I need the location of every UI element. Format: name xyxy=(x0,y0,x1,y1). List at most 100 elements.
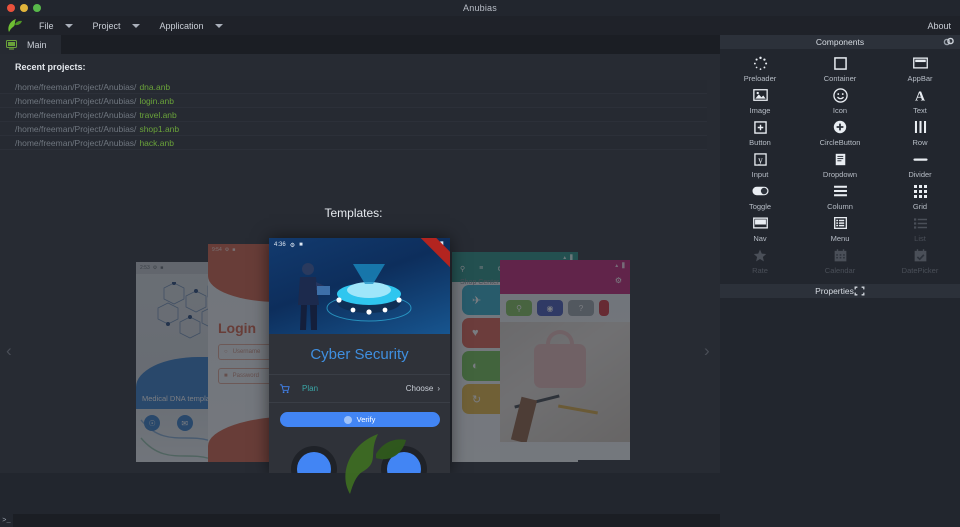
component-circlebutton[interactable]: CircleButton xyxy=(800,119,880,151)
component-label: Column xyxy=(827,202,853,211)
components-panel-header: Components xyxy=(720,35,960,49)
tab-bar: Main xyxy=(0,35,720,54)
component-label: Icon xyxy=(832,106,848,115)
component-list: List xyxy=(880,215,960,247)
project-file: dna.anb xyxy=(139,81,171,92)
wifi-icon: ▲ xyxy=(614,262,620,269)
choose-action[interactable]: Choose › xyxy=(406,384,440,393)
component-button[interactable]: Button xyxy=(720,119,800,151)
component-nav[interactable]: Nav xyxy=(720,215,800,247)
component-label: AppBar xyxy=(907,74,933,83)
recent-projects-list: /home/freeman/Project/Anubias/ dna.anb /… xyxy=(0,80,707,150)
component-label: Container xyxy=(823,74,857,83)
globe-icon: ☉ xyxy=(144,415,161,431)
status-time: 2:53 xyxy=(140,265,150,271)
input-cursor-icon: y xyxy=(753,151,767,167)
menu-project[interactable]: Project xyxy=(83,16,150,35)
project-path: /home/freeman/Project/Anubias/ xyxy=(15,137,137,148)
component-container[interactable]: Container xyxy=(800,55,880,87)
component-toggle[interactable]: Toggle xyxy=(720,183,800,215)
menu-bar: File Project Application About xyxy=(0,16,960,35)
expand-icon[interactable] xyxy=(854,286,865,296)
container-icon xyxy=(833,55,847,71)
list-item[interactable]: /home/freeman/Project/Anubias/ dna.anb xyxy=(0,80,707,94)
component-label: Button xyxy=(749,138,771,147)
terminal-icon[interactable]: >_ xyxy=(0,514,13,527)
plan-row[interactable]: Plan Choose › xyxy=(269,374,450,402)
component-column[interactable]: Column xyxy=(800,183,880,215)
list-item[interactable]: /home/freeman/Project/Anubias/ travel.an… xyxy=(0,108,707,122)
template-card-shop[interactable]: ▲ ▋ ⚙ ⚲ ◉ ? xyxy=(500,260,630,460)
filter-icon[interactable]: ≡ xyxy=(479,265,483,273)
toggle-icon xyxy=(751,183,769,199)
project-file: hack.anb xyxy=(139,137,174,148)
component-label: Calendar xyxy=(824,266,856,275)
hologram-graphic xyxy=(326,264,412,322)
menu-application[interactable]: Application xyxy=(150,16,233,35)
person-graphic xyxy=(298,263,330,330)
column-lines-icon xyxy=(833,183,847,199)
component-grid[interactable]: Grid xyxy=(880,183,960,215)
component-dropdown[interactable]: Dropdown xyxy=(800,151,880,183)
shop-chip-tag[interactable] xyxy=(599,300,609,316)
battery-icon: ■ xyxy=(160,265,164,271)
grid-dots-icon xyxy=(913,183,927,199)
circle-button-left[interactable] xyxy=(291,446,337,473)
list-item[interactable]: /home/freeman/Project/Anubias/ hack.anb xyxy=(0,136,707,150)
circle-plus-icon xyxy=(833,119,847,135)
search-icon[interactable]: ⚲ xyxy=(460,265,465,273)
component-image[interactable]: Image xyxy=(720,87,800,119)
shop-chip-camera[interactable]: ◉ xyxy=(537,300,563,316)
list-item[interactable]: /home/freeman/Project/Anubias/ login.anb xyxy=(0,94,707,108)
list-item[interactable]: /home/freeman/Project/Anubias/ shop1.anb xyxy=(0,122,707,136)
settings-stack-icon[interactable] xyxy=(943,37,954,47)
cyber-hero-image: 4:36 ⚙ ■ ▲ ▋ xyxy=(269,238,450,334)
title-bar: Anubias xyxy=(0,0,960,16)
component-label: Divider xyxy=(908,170,932,179)
chevron-left-icon[interactable]: ‹ xyxy=(6,342,12,359)
component-label: Dropdown xyxy=(822,170,858,179)
card-title: Cyber Security xyxy=(269,334,450,374)
about-link[interactable]: About xyxy=(927,16,951,35)
menu-file[interactable]: File xyxy=(29,16,83,35)
shop-header: ▲ ▋ ⚙ xyxy=(500,260,630,294)
component-label: Menu xyxy=(830,234,850,243)
status-time: 9:54 xyxy=(212,247,222,253)
text-a-icon: A xyxy=(913,87,927,103)
chevron-down-icon xyxy=(64,23,73,28)
tab-main[interactable]: Main xyxy=(0,35,61,54)
calendar-icon xyxy=(834,247,847,263)
component-row[interactable]: Row xyxy=(880,119,960,151)
component-preloader[interactable]: Preloader xyxy=(720,55,800,87)
divider-icon xyxy=(912,151,928,167)
shop-chip-help[interactable]: ? xyxy=(568,300,594,316)
component-divider[interactable]: Divider xyxy=(880,151,960,183)
menu-project-label: Project xyxy=(92,20,121,31)
pencil-shape xyxy=(514,394,560,409)
list-icon xyxy=(913,215,927,231)
verify-button[interactable]: Verify xyxy=(279,412,440,427)
project-file: login.anb xyxy=(139,95,174,106)
cart-icon xyxy=(279,383,290,394)
components-panel-title: Components xyxy=(815,37,865,47)
component-input[interactable]: y Input xyxy=(720,151,800,183)
smiley-icon xyxy=(832,87,848,103)
component-text[interactable]: A Text xyxy=(880,87,960,119)
component-appbar[interactable]: AppBar xyxy=(880,55,960,87)
menu-file-label: File xyxy=(39,20,54,31)
gear-icon[interactable]: ⚙ xyxy=(615,276,622,285)
component-rate: Rate xyxy=(720,247,800,279)
strap-shape xyxy=(510,396,538,442)
chevron-right-icon[interactable]: › xyxy=(704,342,710,359)
component-icon[interactable]: Icon xyxy=(800,87,880,119)
user-icon: ○ xyxy=(224,349,228,355)
component-label: Preloader xyxy=(743,74,777,83)
components-grid: Preloader Container AppBar Image Icon A … xyxy=(720,49,960,281)
bag-shape xyxy=(534,344,586,388)
chevron-right-icon: › xyxy=(437,384,440,393)
component-menu[interactable]: Menu xyxy=(800,215,880,247)
shop-chip-search[interactable]: ⚲ xyxy=(506,300,532,316)
bag-handle-shape xyxy=(546,330,574,350)
pencil-shape xyxy=(558,404,598,415)
status-time: 4:36 xyxy=(274,242,286,248)
